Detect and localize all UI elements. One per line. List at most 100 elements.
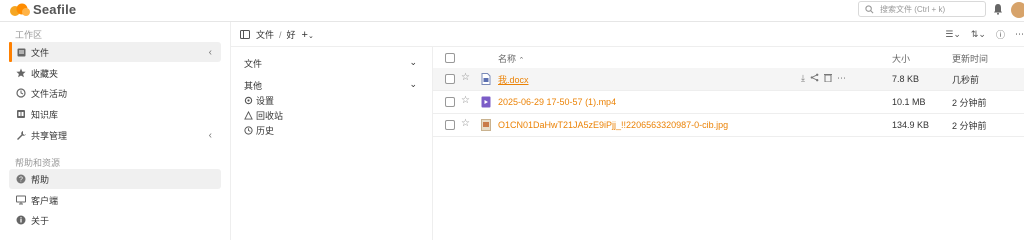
new-dropdown-button[interactable]: +⌄ bbox=[302, 29, 314, 41]
sidebar-item-about[interactable]: 关于 bbox=[9, 210, 221, 230]
column-name-header[interactable]: 名称 ⌃ bbox=[498, 52, 524, 65]
sidebar-toggle-icon[interactable] bbox=[240, 30, 250, 39]
table-row[interactable]: ☆ O1CN01DaHwT21JA5zE9iPjj_!!220656332098… bbox=[433, 114, 1024, 137]
tree-files-label: 文件 bbox=[244, 59, 263, 69]
avatar[interactable] bbox=[1011, 2, 1024, 18]
tree-item-label: 历史 bbox=[256, 126, 275, 136]
active-indicator bbox=[9, 42, 12, 62]
breadcrumb-separator: / bbox=[279, 29, 282, 40]
search-icon bbox=[865, 4, 874, 13]
star-icon[interactable]: ☆ bbox=[461, 72, 470, 83]
sidebar-item-activities[interactable]: 文件活动 bbox=[9, 83, 221, 103]
file-name-link[interactable]: 2025-06-29 17-50-57 (1).mp4 bbox=[498, 97, 616, 107]
table-row[interactable]: ☆ 2025-06-29 17-50-57 (1).mp4 10.1 MB 2 … bbox=[433, 91, 1024, 114]
sidebar-item-label: 共享管理 bbox=[31, 130, 68, 141]
svg-text:?: ? bbox=[19, 177, 23, 184]
history-icon bbox=[16, 88, 26, 98]
sort-icon[interactable]: ⇅⌄ bbox=[971, 29, 986, 40]
more-actions-icon[interactable]: ⋯ bbox=[837, 73, 846, 84]
sidebar-item-label: 收藏夹 bbox=[31, 68, 59, 79]
logo-icon bbox=[10, 3, 30, 16]
history-icon bbox=[244, 126, 254, 135]
file-modified: 几秒前 bbox=[952, 74, 980, 85]
view-tools: ☰⌄ ⇅⌄ ⓘ ⋯ bbox=[945, 28, 1024, 41]
search-input[interactable]: 搜索文件 (Ctrl + k) bbox=[858, 1, 986, 17]
path-toolbar: 文件 / 好 +⌄ ☰⌄ ⇅⌄ ⓘ ⋯ bbox=[231, 22, 1024, 47]
chevron-down-icon[interactable]: ⌄ bbox=[409, 79, 417, 92]
info-panel-icon[interactable]: ⓘ bbox=[996, 28, 1005, 41]
delete-icon[interactable] bbox=[823, 73, 832, 84]
select-all-checkbox[interactable] bbox=[445, 53, 455, 63]
star-icon bbox=[16, 68, 26, 78]
table-header: 名称 ⌃ 大小 更新时间 bbox=[433, 47, 1024, 70]
sidebar-item-wiki[interactable]: 知识库 bbox=[9, 104, 221, 124]
breadcrumb: 文件 / 好 +⌄ bbox=[240, 28, 314, 41]
breadcrumb-current: 好 bbox=[286, 30, 296, 40]
star-icon[interactable]: ☆ bbox=[461, 118, 470, 129]
download-icon[interactable]: ⤓ bbox=[801, 73, 805, 84]
tree-item-label: 回收站 bbox=[256, 111, 284, 121]
wiki-icon bbox=[16, 109, 26, 119]
row-checkbox[interactable] bbox=[445, 120, 455, 130]
sidebar-item-label: 帮助 bbox=[31, 174, 50, 185]
tree-other-label: 其他 bbox=[244, 81, 263, 91]
top-bar: Seafile 搜索文件 (Ctrl + k) bbox=[0, 0, 1024, 22]
sidebar-item-clients[interactable]: 客户端 bbox=[9, 190, 221, 210]
tree-item-label: 设置 bbox=[256, 96, 275, 106]
workspace-title: 工作区 bbox=[15, 30, 43, 40]
sidebar-item-label: 关于 bbox=[31, 215, 50, 226]
question-icon: ? bbox=[16, 174, 26, 184]
chevron-left-icon[interactable]: ‹ bbox=[209, 130, 212, 141]
file-name-link[interactable]: O1CN01DaHwT21JA5zE9iPjj_!!2206563320987-… bbox=[498, 120, 728, 130]
sidebar-item-files[interactable]: 文件 ‹ bbox=[9, 42, 221, 62]
monitor-icon bbox=[16, 195, 26, 205]
tree-item-history[interactable]: 历史 bbox=[244, 124, 274, 137]
wrench-icon bbox=[16, 130, 26, 140]
file-size: 10.1 MB bbox=[892, 97, 926, 107]
seafile-logo[interactable]: Seafile bbox=[9, 2, 76, 17]
video-file-icon bbox=[481, 96, 491, 110]
tree-other-header[interactable]: 其他 ⌄ bbox=[244, 79, 417, 92]
settings-icon bbox=[244, 96, 254, 105]
share-icon[interactable] bbox=[810, 73, 819, 84]
file-modified: 2 分钟前 bbox=[952, 120, 987, 131]
star-icon[interactable]: ☆ bbox=[461, 95, 470, 106]
image-thumbnail-icon bbox=[481, 119, 491, 133]
file-name-link[interactable]: 我.docx bbox=[498, 73, 529, 86]
more-icon[interactable]: ⋯ bbox=[1015, 29, 1024, 40]
breadcrumb-root[interactable]: 文件 bbox=[256, 28, 274, 41]
logo-text: Seafile bbox=[33, 2, 77, 17]
chevron-left-icon[interactable]: ‹ bbox=[209, 47, 212, 58]
trash-icon bbox=[244, 111, 254, 120]
sort-up-icon: ⌃ bbox=[518, 56, 525, 64]
search-placeholder: 搜索文件 (Ctrl + k) bbox=[880, 4, 946, 14]
column-size-header[interactable]: 大小 bbox=[892, 52, 910, 65]
sidebar-item-label: 文件 bbox=[31, 47, 50, 58]
sidebar: 工作区 文件 ‹ 收藏夹 文件活动 知识库 共享管理 ‹ 帮助和资源 ? 帮助 … bbox=[0, 22, 231, 240]
tree-item-trash[interactable]: 回收站 bbox=[244, 109, 283, 122]
tree-item-settings[interactable]: 设置 bbox=[244, 94, 274, 107]
sidebar-item-label: 客户端 bbox=[31, 195, 59, 206]
table-row[interactable]: ☆ 我.docx ⤓ ⋯ 7.8 KB 几秒前 bbox=[433, 68, 1024, 91]
bell-icon[interactable] bbox=[993, 3, 1003, 15]
sidebar-item-help[interactable]: ? 帮助 bbox=[9, 169, 221, 189]
tree-files-header[interactable]: 文件 ⌄ bbox=[244, 57, 417, 70]
folder-tree: 文件 ⌄ 其他 ⌄ 设置 回收站 历史 bbox=[231, 47, 433, 240]
file-icon bbox=[16, 48, 26, 57]
sidebar-item-label: 知识库 bbox=[31, 109, 59, 120]
chevron-down-icon[interactable]: ⌄ bbox=[409, 57, 417, 70]
row-checkbox[interactable] bbox=[445, 97, 455, 107]
file-size: 7.8 KB bbox=[892, 74, 920, 84]
column-modified-header[interactable]: 更新时间 bbox=[952, 52, 988, 65]
file-modified: 2 分钟前 bbox=[952, 97, 987, 108]
info-icon bbox=[16, 215, 26, 225]
list-view-icon[interactable]: ☰⌄ bbox=[945, 29, 961, 40]
file-size: 134.9 KB bbox=[892, 120, 930, 130]
help-title: 帮助和资源 bbox=[15, 158, 61, 168]
docx-file-icon bbox=[481, 73, 491, 87]
row-actions: ⤓ ⋯ bbox=[801, 73, 846, 84]
row-checkbox[interactable] bbox=[445, 74, 455, 84]
sidebar-item-label: 文件活动 bbox=[31, 88, 68, 99]
sidebar-item-share-admin[interactable]: 共享管理 ‹ bbox=[9, 125, 221, 145]
sidebar-item-favorites[interactable]: 收藏夹 bbox=[9, 63, 221, 83]
